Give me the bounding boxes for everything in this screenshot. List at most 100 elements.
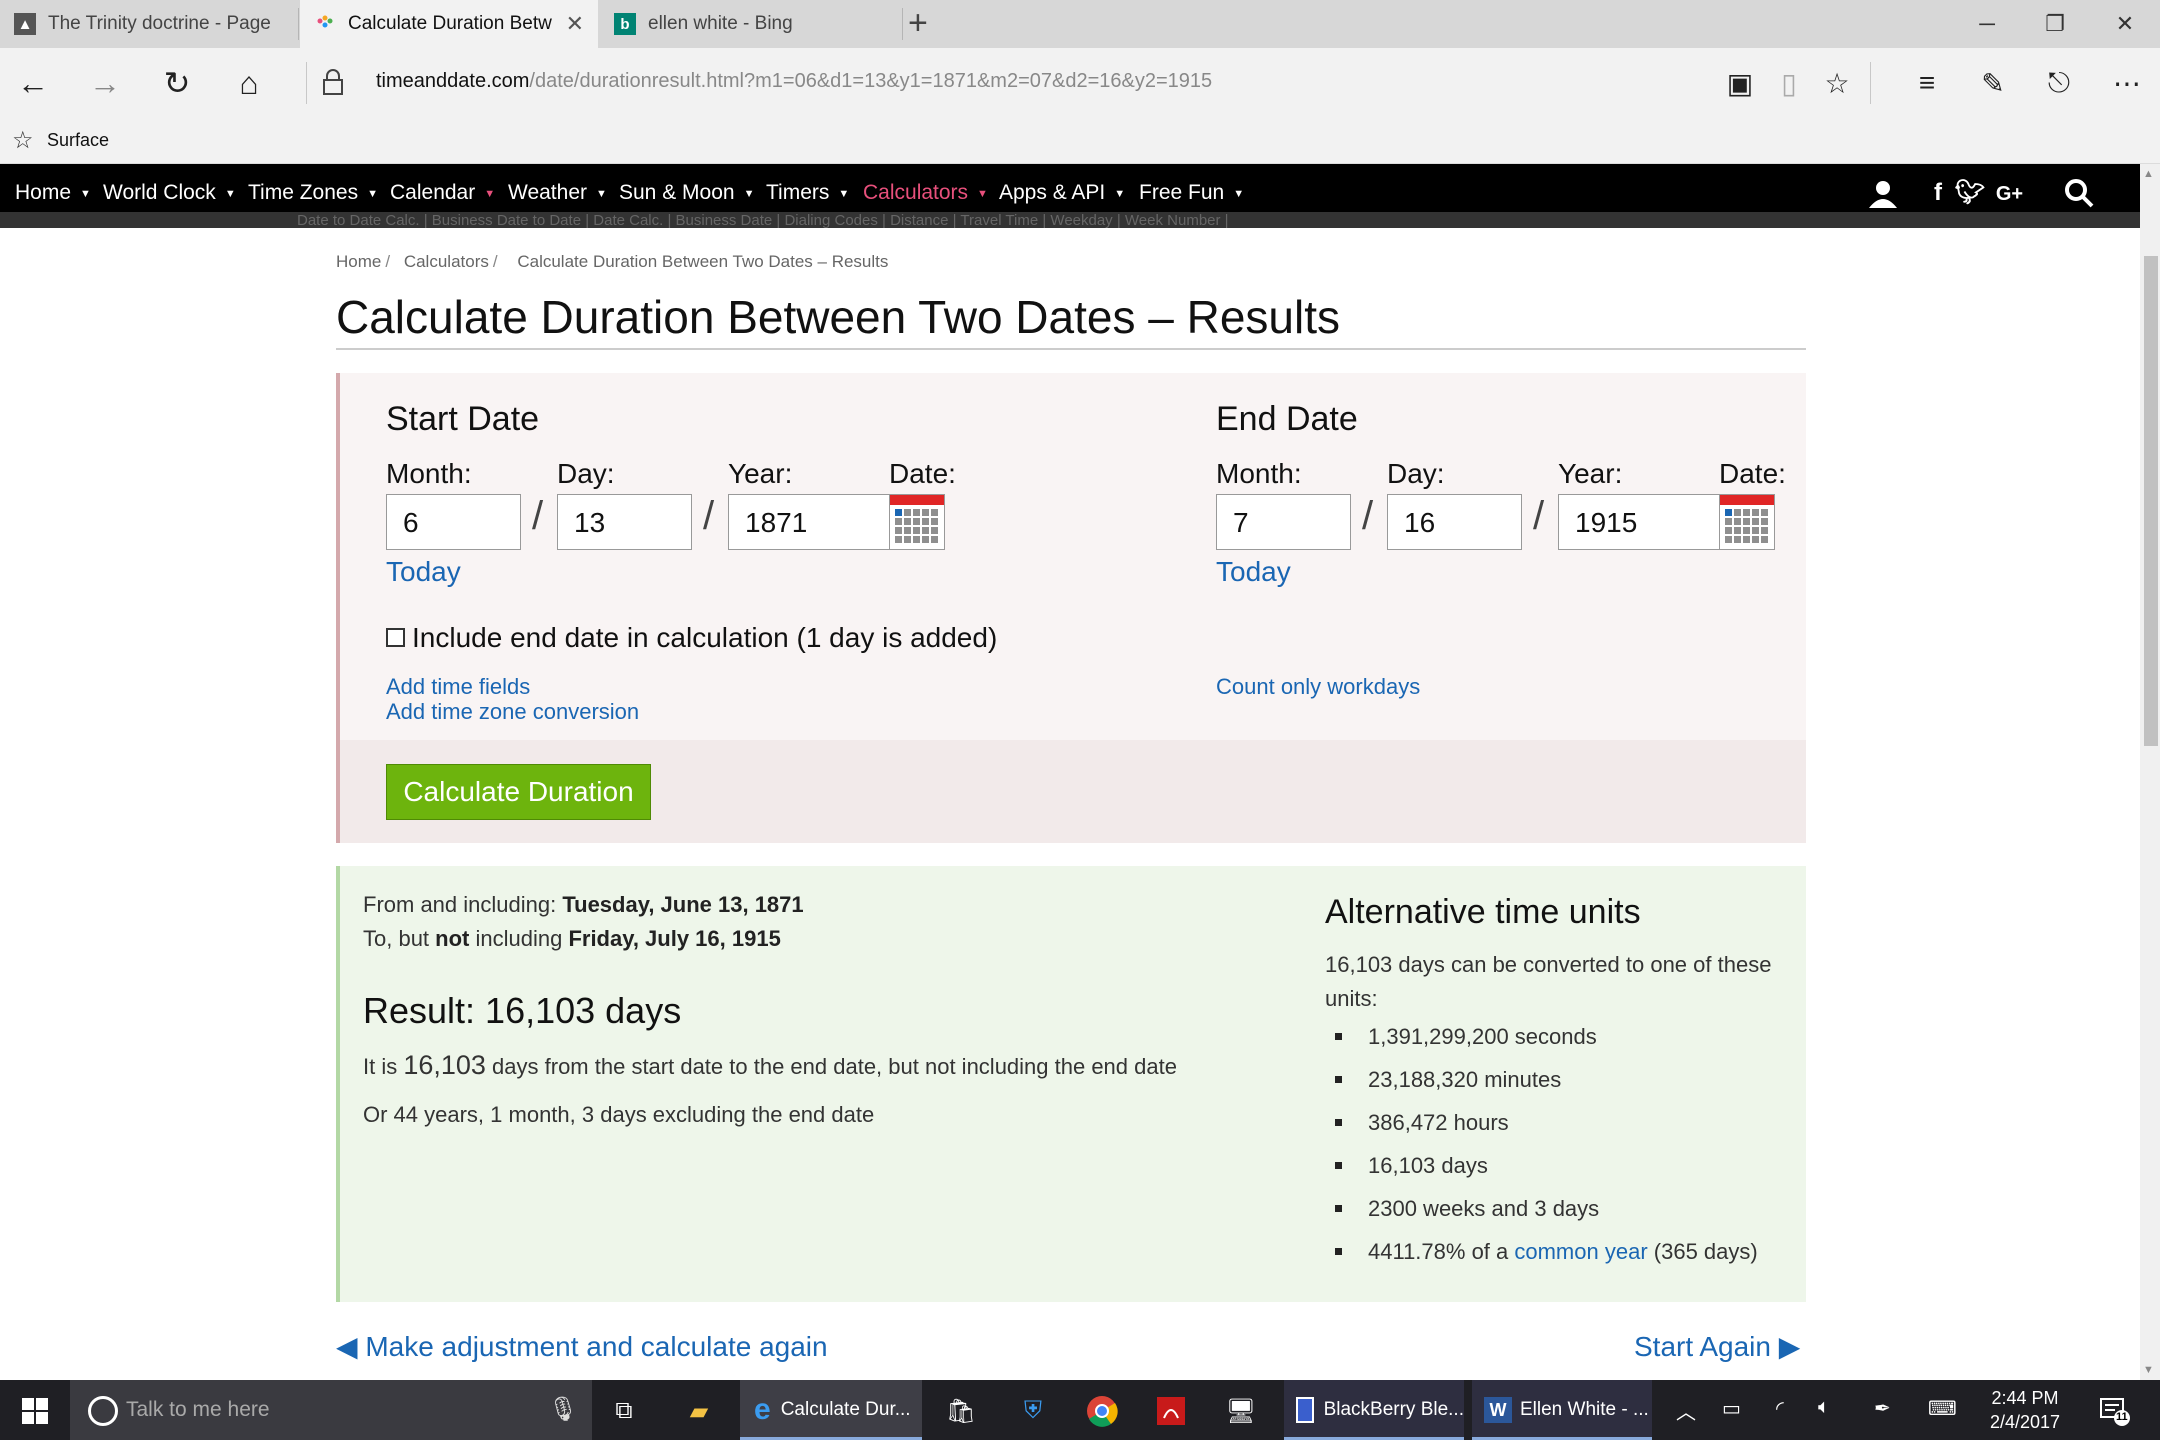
microphone-icon[interactable]: 🎙︎ bbox=[548, 1395, 578, 1424]
web-note-icon[interactable]: ✎ bbox=[1970, 60, 2016, 106]
scroll-down-icon[interactable]: ▼ bbox=[2143, 1364, 2154, 1376]
end-calendar-icon[interactable] bbox=[1719, 494, 1775, 550]
alt-units-description: 16,103 days can be converted to one of t… bbox=[1325, 952, 1772, 1011]
more-icon[interactable]: ⋯ bbox=[2104, 60, 2150, 106]
task-view-icon[interactable]: ⧉ bbox=[607, 1394, 641, 1428]
make-adjustment-link[interactable]: ◀ Make adjustment and calculate again bbox=[336, 1330, 828, 1363]
hub-icon[interactable]: ≡ bbox=[1904, 60, 1950, 106]
nav-world-clock[interactable]: World Clock ▼ bbox=[103, 181, 236, 205]
common-year-link[interactable]: common year bbox=[1514, 1239, 1647, 1264]
start-month-input[interactable]: 6 bbox=[386, 494, 521, 550]
blackberry-icon bbox=[1296, 1397, 1314, 1423]
nav-calendar[interactable]: Calendar ▼ bbox=[390, 181, 495, 205]
acrobat-icon[interactable] bbox=[1154, 1394, 1188, 1428]
start-today-link[interactable]: Today bbox=[386, 556, 461, 588]
alt-unit-item: 16,103 days bbox=[1335, 1153, 1488, 1179]
reading-list-icon[interactable]: ▣ bbox=[1717, 60, 1763, 106]
end-day-input[interactable]: 16 bbox=[1387, 494, 1522, 550]
include-end-date-checkbox[interactable] bbox=[386, 628, 405, 647]
home-icon[interactable]: ⌂ bbox=[224, 58, 274, 108]
new-tab-icon[interactable]: + bbox=[908, 4, 928, 43]
favorite-star-icon[interactable]: ☆ bbox=[1814, 60, 1860, 106]
url-field[interactable]: timeanddate.com/date/durationresult.html… bbox=[376, 70, 1212, 93]
wifi-icon[interactable]: ◜ bbox=[1776, 1396, 1784, 1421]
count-workdays-link[interactable]: Count only workdays bbox=[1216, 674, 1420, 700]
windows-start-icon[interactable] bbox=[22, 1398, 48, 1424]
reading-view-icon[interactable]: ▯ bbox=[1766, 60, 1812, 106]
system-clock[interactable]: 2:44 PM 2/4/2017 bbox=[1980, 1386, 2070, 1434]
scroll-thumb[interactable] bbox=[2144, 256, 2158, 746]
taskbar-edge-app[interactable]: e Calculate Dur... bbox=[740, 1380, 922, 1440]
forward-icon[interactable]: → bbox=[80, 58, 130, 108]
start-month-label: Month: bbox=[386, 458, 472, 489]
store-icon[interactable]: 🛍︎ bbox=[944, 1394, 978, 1428]
alt-unit-item: 23,188,320 minutes bbox=[1335, 1067, 1561, 1093]
battery-icon[interactable]: ▭ bbox=[1722, 1396, 1741, 1421]
chrome-icon[interactable] bbox=[1085, 1394, 1119, 1428]
volume-icon[interactable]: 🔈︎ bbox=[1818, 1396, 1830, 1419]
nav-time-zones[interactable]: Time Zones ▼ bbox=[248, 181, 378, 205]
nav-timers[interactable]: Timers ▼ bbox=[766, 181, 849, 205]
nav-calculators[interactable]: Calculators ▼ bbox=[863, 181, 988, 205]
share-icon[interactable]: ⎋ bbox=[2036, 60, 2082, 106]
social-icons[interactable]: f 🐦︎ G+ bbox=[1934, 178, 2023, 207]
defender-icon[interactable]: ⛨ bbox=[1016, 1394, 1050, 1428]
cortana-icon[interactable] bbox=[88, 1396, 118, 1426]
scroll-up-icon[interactable]: ▲ bbox=[2143, 168, 2154, 180]
tab-bing[interactable]: b ellen white - Bing bbox=[600, 0, 900, 48]
start-day-input[interactable]: 13 bbox=[557, 494, 692, 550]
lock-icon bbox=[322, 68, 344, 96]
end-today-link[interactable]: Today bbox=[1216, 556, 1291, 588]
user-icon[interactable] bbox=[1868, 180, 1898, 214]
end-date-label: Date: bbox=[1719, 458, 1786, 489]
close-tab-icon[interactable]: ✕ bbox=[566, 11, 584, 37]
show-hidden-icons-icon[interactable]: ︿ bbox=[1676, 1396, 1696, 1425]
search-icon[interactable] bbox=[2064, 178, 2094, 214]
twitter-icon[interactable]: 🐦︎ bbox=[1955, 179, 1985, 206]
google-plus-icon[interactable]: G+ bbox=[1996, 183, 2023, 205]
add-time-zone-link[interactable]: Add time zone conversion bbox=[386, 699, 639, 725]
date-separator: / bbox=[1362, 494, 1374, 538]
page-favicon-icon: ▲ bbox=[14, 13, 36, 35]
facebook-icon[interactable]: f bbox=[1934, 179, 1942, 206]
keyboard-icon[interactable]: ⌨ bbox=[1928, 1396, 1957, 1421]
refresh-icon[interactable]: ↻ bbox=[152, 58, 202, 108]
breadcrumb-calculators[interactable]: Calculators bbox=[404, 252, 489, 271]
alt-unit-item: 4411.78% of a common year (365 days) bbox=[1335, 1239, 1758, 1265]
search-input[interactable]: Talk to me here bbox=[126, 1398, 270, 1422]
nav-free-fun[interactable]: Free Fun ▼ bbox=[1139, 181, 1244, 205]
start-calendar-icon[interactable] bbox=[889, 494, 945, 550]
minimize-icon[interactable]: ─ bbox=[1954, 0, 2020, 48]
favorite-surface[interactable]: Surface bbox=[47, 130, 109, 151]
breadcrumb-current: Calculate Duration Between Two Dates – R… bbox=[517, 252, 889, 271]
close-window-icon[interactable]: ✕ bbox=[2092, 0, 2158, 48]
tab-calculate-duration[interactable]: Calculate Duration Betw ✕ bbox=[300, 0, 598, 48]
date-separator: / bbox=[532, 494, 544, 538]
nav-home[interactable]: Home ▼ bbox=[15, 181, 91, 205]
taskbar-blackberry-app[interactable]: BlackBerry Ble... bbox=[1284, 1380, 1464, 1440]
restore-icon[interactable]: ❐ bbox=[2022, 0, 2088, 48]
back-icon[interactable]: ← bbox=[8, 58, 58, 108]
taskbar-word-app[interactable]: W Ellen White - ... bbox=[1472, 1380, 1652, 1440]
notification-count: 11 bbox=[2116, 1411, 2128, 1423]
control-panel-icon[interactable]: 🖥︎ bbox=[1224, 1394, 1258, 1428]
title-divider bbox=[336, 348, 1806, 350]
include-end-date-label[interactable]: Include end date in calculation (1 day i… bbox=[412, 622, 997, 654]
nav-sun-moon[interactable]: Sun & Moon ▼ bbox=[619, 181, 754, 205]
end-year-input[interactable]: 1915 bbox=[1558, 494, 1720, 550]
tab-trinity[interactable]: ▲ The Trinity doctrine - Page bbox=[0, 0, 298, 48]
action-center-icon[interactable]: 11 bbox=[2098, 1394, 2130, 1426]
start-year-input[interactable]: 1871 bbox=[728, 494, 890, 550]
breadcrumb-home[interactable]: Home bbox=[336, 252, 381, 271]
pen-icon[interactable]: ✒ bbox=[1874, 1396, 1891, 1421]
file-explorer-icon[interactable]: ▰ bbox=[682, 1394, 716, 1428]
start-again-link[interactable]: Start Again ▶ bbox=[1634, 1330, 1800, 1363]
calculate-duration-button[interactable]: Calculate Duration bbox=[386, 764, 651, 820]
end-month-input[interactable]: 7 bbox=[1216, 494, 1351, 550]
edge-icon: e bbox=[754, 1393, 771, 1426]
date-separator: / bbox=[703, 494, 715, 538]
end-year-label: Year: bbox=[1558, 458, 1623, 489]
nav-apps-api[interactable]: Apps & API ▼ bbox=[999, 181, 1125, 205]
nav-weather[interactable]: Weather ▼ bbox=[508, 181, 607, 205]
add-time-fields-link[interactable]: Add time fields bbox=[386, 674, 530, 700]
